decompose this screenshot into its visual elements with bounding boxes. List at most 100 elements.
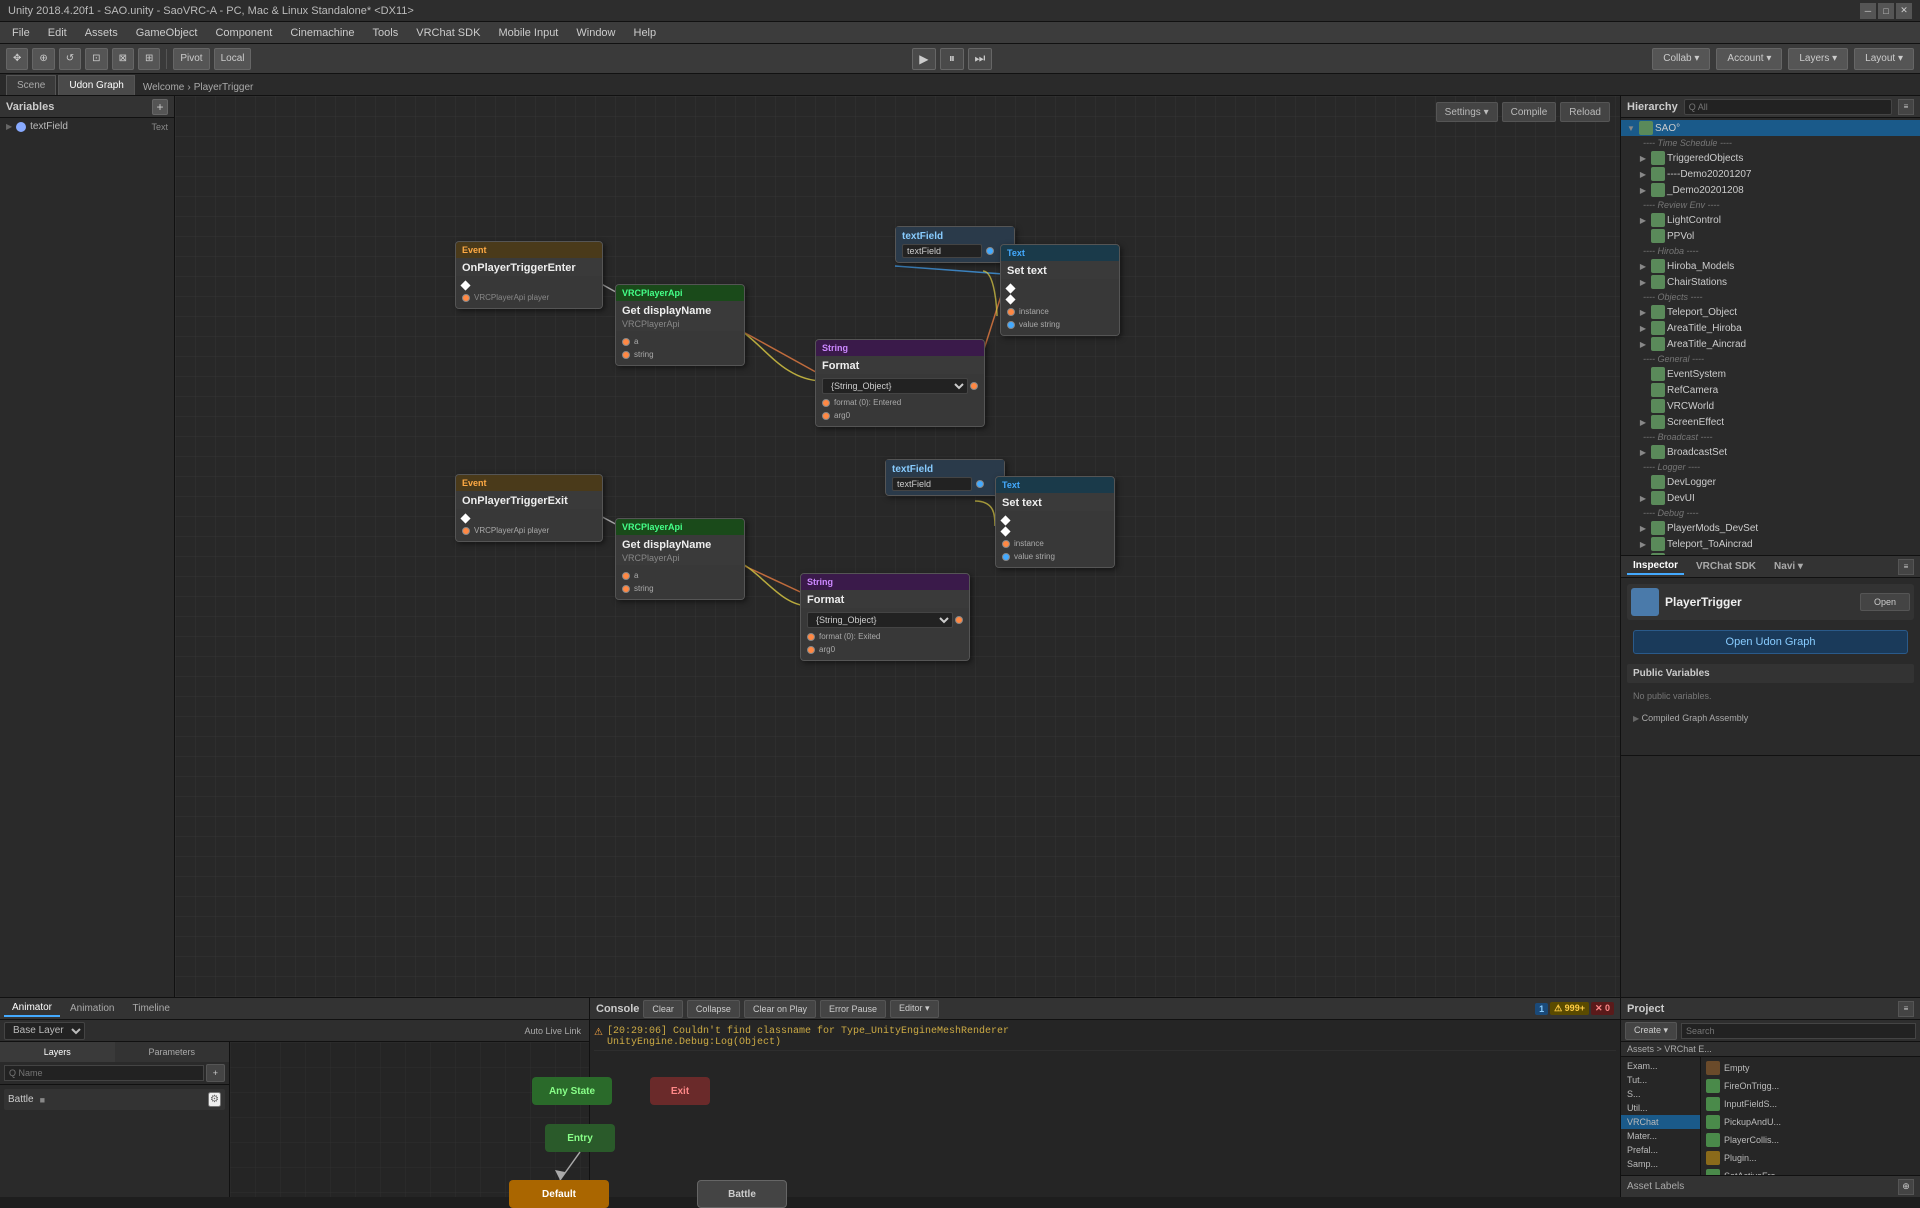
layer-item-battle[interactable]: Battle ■ ⚙ (4, 1089, 225, 1110)
hierarchy-item-devui[interactable]: ▶ DevUI (1621, 490, 1920, 506)
tool-rect[interactable]: ⊠ (112, 48, 134, 70)
tree-item-vrchat[interactable]: VRChat (1621, 1115, 1700, 1129)
file-pickupandu[interactable]: PickupAndU... (1703, 1113, 1918, 1131)
state-any[interactable]: Any State (532, 1077, 612, 1105)
node-set-text-1[interactable]: Text Set text instance value string (1000, 244, 1120, 336)
tool-transform[interactable]: ⊞ (138, 48, 160, 70)
tree-item-exam[interactable]: Exam... (1621, 1059, 1700, 1073)
console-error-pause-button[interactable]: Error Pause (820, 1000, 886, 1018)
format-dropdown-2[interactable]: {String_Object} (807, 612, 953, 628)
inspector-options-button[interactable]: ≡ (1898, 559, 1914, 575)
tree-item-tut[interactable]: Tut... (1621, 1073, 1700, 1087)
tool-move[interactable]: ⊕ (32, 48, 54, 70)
node-on-player-trigger-enter[interactable]: Event OnPlayerTriggerEnter VRCPlayerApi … (455, 241, 603, 309)
tree-item-s[interactable]: S... (1621, 1087, 1700, 1101)
menu-gameobject[interactable]: GameObject (128, 25, 206, 41)
file-plugin[interactable]: Plugin... (1703, 1149, 1918, 1167)
hierarchy-item-eventsystem[interactable]: EventSystem (1621, 366, 1920, 382)
tree-item-mater[interactable]: Mater... (1621, 1129, 1700, 1143)
variable-textfield[interactable]: ▶ textField Text (0, 118, 174, 135)
hierarchy-item-teleport-aincrad[interactable]: ▶ Teleport_ToAincrad (1621, 536, 1920, 552)
compile-button[interactable]: Compile (1502, 102, 1557, 122)
textfield-input-1[interactable] (902, 244, 982, 258)
menu-component[interactable]: Component (207, 25, 280, 41)
hierarchy-item-teleport-spawn[interactable]: ▶ TeleportSpawnPoint (1621, 552, 1920, 555)
node-format-2[interactable]: String Format {String_Object} format (0)… (800, 573, 970, 661)
hierarchy-item-playermods[interactable]: ▶ PlayerMods_DevSet (1621, 520, 1920, 536)
tab-timeline[interactable]: Timeline (124, 1001, 177, 1016)
tree-item-samp[interactable]: Samp... (1621, 1157, 1700, 1171)
node-textfield-2[interactable]: textField (885, 459, 1005, 496)
hierarchy-item-areatitle-h[interactable]: ▶ AreaTitle_Hiroba (1621, 320, 1920, 336)
menu-file[interactable]: File (4, 25, 38, 41)
console-clear-on-play-button[interactable]: Clear on Play (744, 1000, 816, 1018)
console-clear-button[interactable]: Clear (643, 1000, 683, 1018)
local-button[interactable]: Local (214, 48, 252, 70)
state-default[interactable]: Default (509, 1180, 609, 1208)
window-controls[interactable]: ─ □ ✕ (1860, 3, 1912, 19)
state-battle[interactable]: Battle (697, 1180, 787, 1208)
graph-canvas[interactable]: Settings ▾ Compile Reload Event (175, 96, 1620, 997)
node-set-text-2[interactable]: Text Set text instance value string (995, 476, 1115, 568)
hierarchy-item-teleport-obj[interactable]: ▶ Teleport_Object (1621, 304, 1920, 320)
tool-scale[interactable]: ⊡ (85, 48, 107, 70)
project-search-input[interactable] (1681, 1023, 1916, 1039)
textfield-input-2[interactable] (892, 477, 972, 491)
hierarchy-item-devlogger[interactable]: DevLogger (1621, 474, 1920, 490)
tab-animation[interactable]: Animation (62, 1001, 122, 1016)
hierarchy-item-lightcontrol[interactable]: ▶ LightControl (1621, 212, 1920, 228)
tab-inspector[interactable]: Inspector (1627, 558, 1684, 575)
file-fireon[interactable]: FireOnTrigg... (1703, 1077, 1918, 1095)
node-get-displayname-2[interactable]: VRCPlayerApi Get displayName VRCPlayerAp… (615, 518, 745, 600)
layer-gear-button[interactable]: ⚙ (208, 1092, 221, 1107)
minimize-button[interactable]: ─ (1860, 3, 1876, 19)
tab-navi[interactable]: Navi ▾ (1768, 559, 1809, 574)
hierarchy-item-broadcastset[interactable]: ▶ BroadcastSet (1621, 444, 1920, 460)
menu-help[interactable]: Help (626, 25, 665, 41)
state-exit[interactable]: Exit (650, 1077, 710, 1105)
reload-button[interactable]: Reload (1560, 102, 1610, 122)
tree-item-util[interactable]: Util... (1621, 1101, 1700, 1115)
menu-edit[interactable]: Edit (40, 25, 75, 41)
hierarchy-item-demo2[interactable]: ▶ _Demo20201208 (1621, 182, 1920, 198)
add-layer-button[interactable]: + (206, 1064, 225, 1082)
state-entry[interactable]: Entry (545, 1124, 615, 1152)
create-button[interactable]: Create ▾ (1625, 1022, 1677, 1040)
asset-labels-button[interactable]: ⊕ (1898, 1179, 1914, 1195)
hierarchy-item-timesched[interactable]: ---- Time Schedule ---- (1621, 136, 1920, 150)
hierarchy-item-refcamera[interactable]: RefCamera (1621, 382, 1920, 398)
console-collapse-button[interactable]: Collapse (687, 1000, 740, 1018)
console-editor-button[interactable]: Editor ▾ (890, 1000, 939, 1018)
format-dropdown-1[interactable]: {String_Object} (822, 378, 968, 394)
close-button[interactable]: ✕ (1896, 3, 1912, 19)
subtab-layers[interactable]: Layers (0, 1042, 115, 1062)
animator-canvas[interactable]: Any State Exit Entry Default Battle (230, 1042, 589, 1197)
animator-layer-select[interactable]: Base Layer (4, 1022, 85, 1040)
hierarchy-item-ppvol[interactable]: PPVol (1621, 228, 1920, 244)
file-setactivefro[interactable]: SetActiveFro... (1703, 1167, 1918, 1175)
subtab-parameters[interactable]: Parameters (115, 1042, 230, 1062)
tab-animator[interactable]: Animator (4, 1000, 60, 1017)
menu-cinemachine[interactable]: Cinemachine (282, 25, 362, 41)
tab-udon-graph[interactable]: Udon Graph (58, 75, 134, 95)
settings-button[interactable]: Settings ▾ (1436, 102, 1498, 122)
pause-button[interactable]: ⏸ (940, 48, 964, 70)
menu-vrchatsdk[interactable]: VRChat SDK (408, 25, 488, 41)
tool-rotate[interactable]: ↺ (59, 48, 81, 70)
node-on-player-trigger-exit[interactable]: Event OnPlayerTriggerExit VRCPlayerApi p… (455, 474, 603, 542)
hierarchy-options-button[interactable]: ≡ (1898, 99, 1914, 115)
file-inputfields[interactable]: InputFieldS... (1703, 1095, 1918, 1113)
menu-tools[interactable]: Tools (365, 25, 407, 41)
hierarchy-item-vrcworld[interactable]: VRCWorld (1621, 398, 1920, 414)
layers-button[interactable]: Layers ▾ (1788, 48, 1848, 70)
node-format-1[interactable]: String Format {String_Object} format (0)… (815, 339, 985, 427)
menu-window[interactable]: Window (568, 25, 623, 41)
collab-button[interactable]: Collab ▾ (1652, 48, 1710, 70)
file-playercollis[interactable]: PlayerCollis... (1703, 1131, 1918, 1149)
menu-mobileinput[interactable]: Mobile Input (490, 25, 566, 41)
maximize-button[interactable]: □ (1878, 3, 1894, 19)
open-object-button[interactable]: Open (1860, 593, 1910, 611)
hierarchy-item-areatitle-a[interactable]: ▶ AreaTitle_Aincrad (1621, 336, 1920, 352)
tab-vrchat-sdk[interactable]: VRChat SDK (1690, 559, 1762, 574)
project-options-button[interactable]: ≡ (1898, 1001, 1914, 1017)
